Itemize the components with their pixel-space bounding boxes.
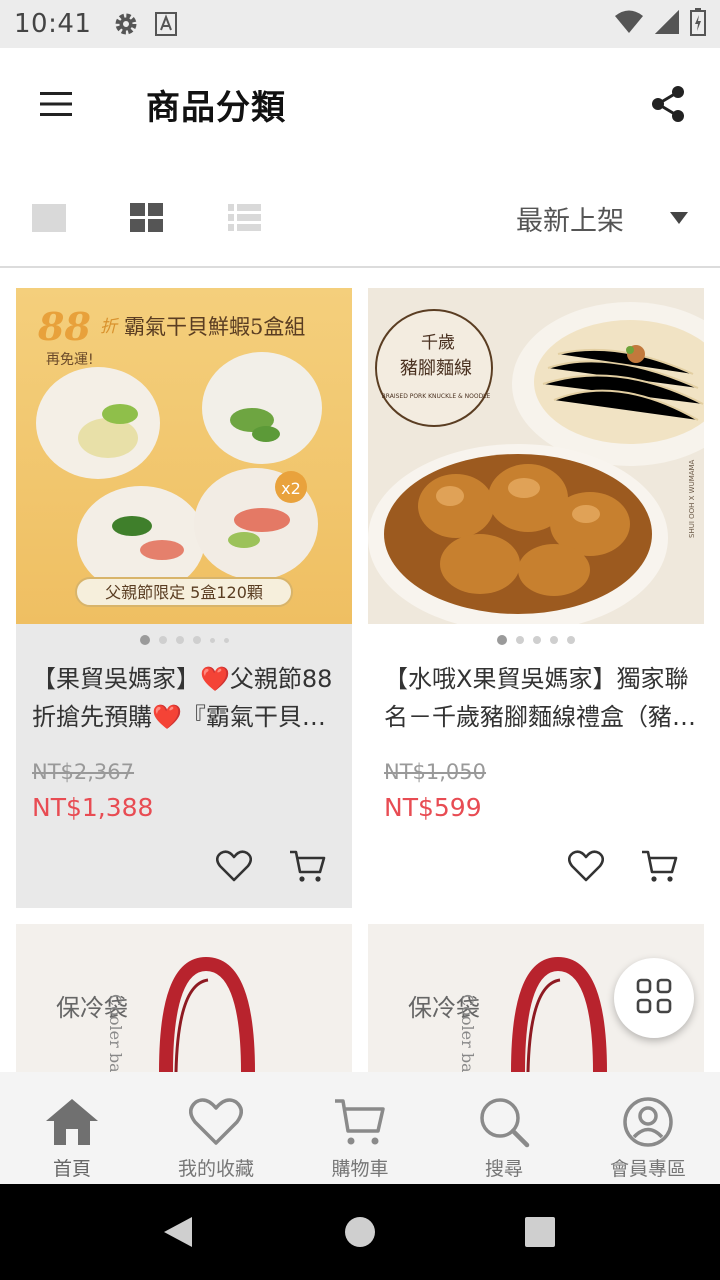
promo-headline: 霸氣干貝鮮蝦5盒組 bbox=[124, 315, 305, 339]
nav-label: 我的收藏 bbox=[177, 1158, 254, 1180]
carousel-dot[interactable] bbox=[158, 636, 167, 644]
seal-text-en: BRAISED PORK KNUCKLE & NOODLE bbox=[382, 393, 491, 400]
carousel-dot[interactable] bbox=[516, 636, 524, 644]
wifi-icon bbox=[614, 10, 644, 38]
carousel-dots[interactable] bbox=[368, 632, 704, 648]
carousel-dot[interactable] bbox=[497, 635, 507, 645]
seal-text-line2: 豬腳麵線 bbox=[400, 358, 472, 379]
bag-label-en: Cooler bag bbox=[106, 994, 125, 1072]
original-price: NT$2,367 bbox=[32, 760, 135, 784]
battery-icon bbox=[690, 8, 706, 40]
bag-label-en: Cooler bag bbox=[458, 994, 477, 1072]
heart-icon[interactable] bbox=[212, 844, 256, 888]
promo-multiplier: x2 bbox=[281, 479, 301, 498]
promo-banner: 父親節限定 5盒120顆 bbox=[105, 583, 263, 602]
nav-item-member[interactable]: 會員專區 bbox=[576, 1072, 720, 1184]
seal-text-line1: 千歲 bbox=[421, 333, 455, 353]
side-mark-text: SHUI OOH X WUMAMA bbox=[688, 459, 696, 538]
promo-discount-number: 88 bbox=[37, 304, 91, 349]
grid-view-icon[interactable] bbox=[123, 194, 171, 242]
recents-icon[interactable] bbox=[510, 1202, 570, 1262]
grid-menu-button[interactable] bbox=[614, 958, 694, 1038]
home-icon bbox=[44, 1094, 100, 1150]
app-bar: 商品分類 bbox=[0, 48, 720, 160]
cart-icon[interactable] bbox=[286, 844, 330, 888]
sort-label: 最新上架 bbox=[516, 205, 624, 237]
carousel-dot[interactable] bbox=[175, 636, 184, 644]
view-toolbar: 最新上架 bbox=[0, 168, 720, 268]
carousel-dot[interactable] bbox=[567, 636, 575, 644]
nav-label: 購物車 bbox=[331, 1158, 389, 1180]
page-title: 商品分類 bbox=[146, 88, 286, 128]
product-image[interactable]: x2 88 折 再免運! 霸氣干貝鮮蝦5盒組 父親節限定 5盒120顆 bbox=[16, 288, 352, 624]
system-navigation-bar bbox=[0, 1184, 720, 1280]
sale-price: NT$599 bbox=[384, 793, 482, 822]
dropdown-arrow-icon bbox=[670, 212, 688, 224]
carousel-dot[interactable] bbox=[223, 637, 229, 643]
status-time: 10:41 bbox=[14, 9, 92, 39]
product-title[interactable]: 【水哦X果貿吳媽家】獨家聯名－千歲豬腳麵線禮盒（豬腳麵線組） bbox=[384, 660, 696, 736]
sale-price: NT$1,388 bbox=[32, 793, 154, 822]
promo-discount-unit: 折 bbox=[100, 317, 119, 337]
hamburger-icon[interactable] bbox=[24, 76, 88, 132]
carousel-dot[interactable] bbox=[533, 636, 541, 644]
user-circle-icon bbox=[620, 1094, 676, 1150]
cart-icon[interactable] bbox=[638, 844, 682, 888]
nav-label: 搜尋 bbox=[484, 1158, 523, 1180]
single-view-icon[interactable] bbox=[25, 194, 73, 242]
status-bar: 10:41 bbox=[0, 0, 720, 48]
home-button-icon[interactable] bbox=[330, 1202, 390, 1262]
back-icon[interactable] bbox=[148, 1202, 208, 1262]
product-card[interactable]: x2 88 折 再免運! 霸氣干貝鮮蝦5盒組 父親節限定 5盒120顆 【果貿吳… bbox=[16, 288, 352, 908]
gear-icon bbox=[113, 11, 139, 37]
list-view-icon[interactable] bbox=[221, 194, 269, 242]
original-price: NT$1,050 bbox=[384, 760, 487, 784]
heart-icon[interactable] bbox=[564, 844, 608, 888]
search-icon bbox=[476, 1094, 532, 1150]
carousel-dot[interactable] bbox=[139, 635, 150, 645]
nav-label: 首頁 bbox=[52, 1158, 91, 1180]
carousel-dot[interactable] bbox=[550, 636, 558, 644]
heart-icon bbox=[188, 1094, 244, 1150]
product-image[interactable]: 千歲 豬腳麵線 BRAISED PORK KNUCKLE & NOODLE SH… bbox=[368, 288, 704, 624]
product-card[interactable]: 千歲 豬腳麵線 BRAISED PORK KNUCKLE & NOODLE SH… bbox=[368, 288, 704, 908]
product-card[interactable]: 保冷袋 Cooler bag bbox=[16, 924, 352, 1072]
nav-item-home[interactable]: 首頁 bbox=[0, 1072, 144, 1184]
app-screen: 10:41 商品分類 最新上架 x2 88 折 再免運! 霸氣干貝鮮蝦5盒組 父… bbox=[0, 0, 720, 1280]
share-icon[interactable] bbox=[640, 76, 696, 132]
nav-item-favorites[interactable]: 我的收藏 bbox=[144, 1072, 288, 1184]
promo-sub-badge: 再免運! bbox=[46, 352, 94, 368]
sort-dropdown[interactable]: 最新上架 bbox=[516, 190, 688, 246]
grid-menu-icon bbox=[636, 978, 672, 1018]
carousel-dot[interactable] bbox=[209, 637, 215, 643]
nav-item-cart[interactable]: 購物車 bbox=[288, 1072, 432, 1184]
cart-icon bbox=[332, 1094, 388, 1150]
bottom-navigation: 首頁 我的收藏 購物車 搜尋 會員專區 bbox=[0, 1072, 720, 1184]
product-image[interactable]: 保冷袋 Cooler bag bbox=[16, 924, 352, 1072]
nav-item-search[interactable]: 搜尋 bbox=[432, 1072, 576, 1184]
product-title[interactable]: 【果貿吳媽家】❤️父親節88折搶先預購❤️『霸氣干貝鮮蝦5盒組』 bbox=[32, 660, 344, 736]
nav-label: 會員專區 bbox=[609, 1158, 686, 1180]
signal-icon bbox=[654, 9, 680, 39]
carousel-dots[interactable] bbox=[16, 632, 352, 648]
carousel-dot[interactable] bbox=[192, 636, 201, 644]
text-a-icon bbox=[155, 12, 178, 36]
